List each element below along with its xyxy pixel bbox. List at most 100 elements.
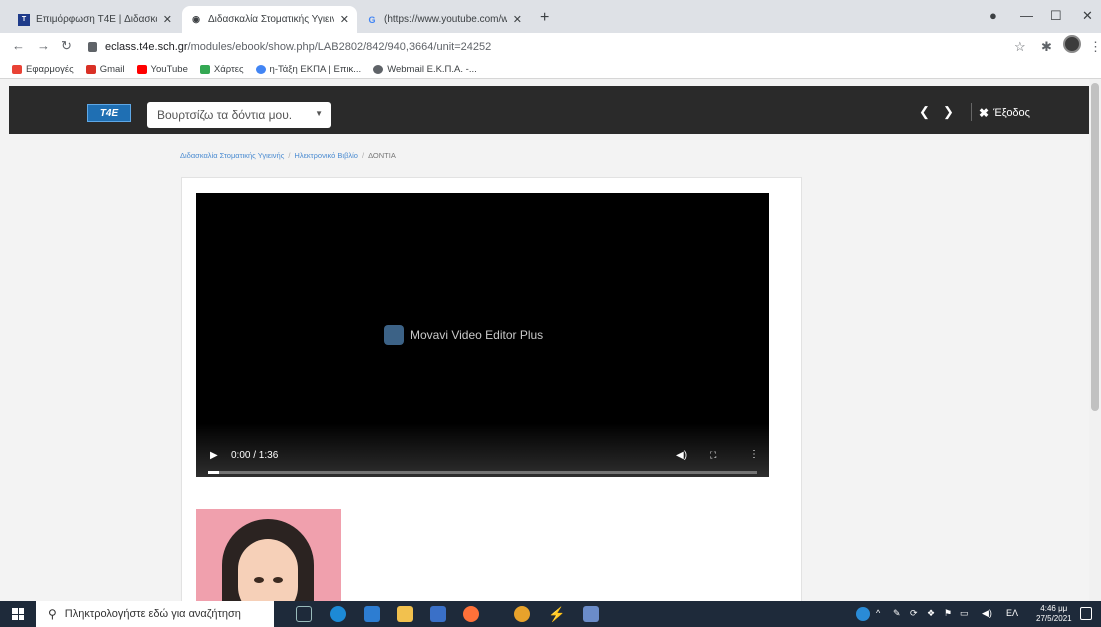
exit-button[interactable]: ✖ Έξοδος (979, 106, 1030, 120)
video-player[interactable]: Movavi Video Editor Plus ▶ 0:00 / 1:36 ◀… (196, 193, 769, 477)
language-indicator[interactable]: ΕΛ (1006, 608, 1018, 618)
url-host: eclass.t4e.sch.gr (105, 41, 188, 53)
tab-title: (https://www.youtube.com/watch (384, 14, 507, 25)
new-tab-button[interactable]: + (540, 9, 549, 27)
windows-start-icon[interactable] (12, 608, 24, 620)
lock-icon (88, 42, 97, 52)
bookmark-maps[interactable]: Χάρτες (199, 64, 244, 75)
pen-icon[interactable]: ✎ (893, 608, 901, 619)
chrome-icon[interactable] (514, 606, 530, 622)
web-page: T4E Βουρτσίζω τα δόντια μου. ▼ ❮ ❯ ✖ Έξο… (0, 79, 1101, 601)
store-icon[interactable] (430, 606, 446, 622)
breadcrumb-separator: / (288, 151, 291, 160)
notification-icon[interactable] (1080, 607, 1092, 620)
menu-icon[interactable]: ⋮ (1089, 39, 1101, 55)
network-icon[interactable]: ⚑ (944, 608, 952, 619)
sync-icon[interactable]: ⟳ (910, 608, 918, 619)
winamp-icon[interactable]: ⚡ (548, 606, 565, 622)
breadcrumb-link-course[interactable]: Διδασκαλία Στοματικής Υγιεινής (180, 151, 284, 160)
maps-icon (199, 65, 210, 74)
bookmark-apps[interactable]: Εφαρμογές (12, 64, 74, 75)
app-icon[interactable] (583, 606, 599, 622)
avatar-face (238, 539, 298, 601)
close-icon: ✖ (979, 106, 990, 120)
globe-icon: ◉ (192, 14, 200, 24)
avatar-eye (273, 577, 283, 583)
tab-title: Διδασκαλία Στοματικής Υγιεινής (208, 14, 334, 25)
previous-icon[interactable]: ❮ (919, 104, 930, 120)
window-close-icon[interactable]: ✕ (1082, 8, 1093, 24)
bookmark-label: Gmail (99, 64, 125, 75)
forward-icon[interactable]: → (37, 38, 50, 53)
bookmark-label: Εφαρμογές (26, 64, 74, 75)
mail-icon[interactable] (364, 606, 380, 622)
close-icon[interactable]: ✕ (340, 13, 349, 26)
course-select[interactable]: Βουρτσίζω τα δόντια μου. ▼ (147, 102, 331, 128)
tab-youtube-search[interactable]: G (https://www.youtube.com/watch ✕ (358, 6, 530, 33)
tab-course[interactable]: ◉ Διδασκαλία Στοματικής Υγιεινής ✕ (182, 6, 357, 33)
bookmark-star-icon[interactable]: ☆ (1014, 39, 1026, 55)
breadcrumb-separator: / (361, 151, 365, 160)
close-icon[interactable]: ✕ (163, 13, 172, 26)
t4e-logo[interactable]: T4E (87, 104, 131, 122)
apps-grid-icon (12, 65, 22, 74)
account-icon[interactable]: ● (989, 8, 997, 23)
bookmark-webmail[interactable]: Webmail Ε.Κ.Π.Α. -... (373, 64, 477, 75)
tab-title: Επιμόρφωση T4E | Διδασκαλία Σ (36, 14, 157, 25)
fullscreen-icon[interactable]: ⛶ (710, 450, 716, 461)
back-icon[interactable]: ← (12, 38, 25, 53)
browser-toolbar: ← → ↻ eclass.t4e.sch.gr/modules/ebook/sh… (0, 33, 1101, 61)
video-time: 0:00 / 1:36 (231, 450, 279, 461)
course-select-value: Βουρτσίζω τα δόντια μου. (157, 108, 293, 122)
movavi-icon (384, 325, 404, 345)
taskbar-search-placeholder: Πληκτρολογήστε εδώ για αναζήτηση (64, 608, 241, 620)
help-icon[interactable] (856, 607, 870, 621)
reload-icon[interactable]: ↻ (61, 38, 72, 54)
edge-icon[interactable] (330, 606, 346, 622)
tray-chevron-icon[interactable]: ^ (876, 608, 880, 618)
scrollbar-thumb[interactable] (1091, 83, 1099, 411)
ebook-content: Movavi Video Editor Plus ▶ 0:00 / 1:36 ◀… (181, 177, 802, 601)
bookmark-label: η-Τάξη ΕΚΠΑ | Επικ... (269, 64, 362, 75)
extensions-icon[interactable]: ✱ (1041, 39, 1052, 55)
battery-icon[interactable]: ▭ (960, 608, 969, 619)
bookmark-eclass[interactable]: η-Τάξη ΕΚΠΑ | Επικ... (255, 64, 362, 75)
search-icon: ⚲ (48, 607, 57, 621)
task-view-icon[interactable] (296, 606, 312, 622)
bookmarks-bar: Εφαρμογές Gmail YouTube Χάρτες η-Τάξη ΕΚ… (0, 61, 1101, 79)
breadcrumb-current: ΔΟΝΤΙΑ (368, 151, 396, 160)
globe-icon (373, 65, 384, 74)
minimize-icon[interactable]: — (1020, 8, 1033, 23)
taskbar-search[interactable]: ⚲ Πληκτρολογήστε εδώ για αναζήτηση (36, 601, 274, 627)
breadcrumb: Διδασκαλία Στοματικής Υγιεινής / Ηλεκτρονι… (180, 151, 396, 160)
next-icon[interactable]: ❯ (943, 104, 954, 120)
bookmark-gmail[interactable]: Gmail (85, 64, 125, 75)
maximize-icon[interactable]: ☐ (1050, 8, 1062, 24)
tab-t4e[interactable]: T Επιμόρφωση T4E | Διδασκαλία Σ ✕ (10, 6, 180, 33)
tab-strip: T Επιμόρφωση T4E | Διδασκαλία Σ ✕ ◉ Διδα… (0, 0, 1101, 33)
more-options-icon[interactable]: ⋮ (749, 449, 759, 460)
bookmark-label: YouTube (150, 64, 188, 75)
close-icon[interactable]: ✕ (513, 13, 522, 26)
bookmark-label: Χάρτες (213, 64, 244, 75)
dropbox-icon[interactable]: ❖ (927, 608, 935, 619)
t4e-icon: T (18, 13, 30, 26)
taskbar-clock[interactable]: 4:46 μμ 27/5/2021 (1036, 604, 1072, 624)
file-explorer-icon[interactable] (397, 606, 413, 622)
profile-avatar[interactable] (1063, 35, 1081, 53)
gmail-icon (85, 65, 96, 74)
page-scrollbar[interactable] (1089, 79, 1101, 601)
video-progress-bar[interactable] (208, 471, 757, 474)
breadcrumb-link-ebook[interactable]: Ηλεκτρονικό Βιβλίο (294, 151, 358, 160)
volume-icon[interactable]: ◀) (676, 450, 687, 461)
avatar-illustration (196, 509, 341, 601)
bookmark-youtube[interactable]: YouTube (136, 64, 188, 75)
speaker-icon[interactable]: ◀) (982, 608, 992, 619)
watermark-label: Movavi Video Editor Plus (410, 328, 544, 342)
bookmark-label: Webmail Ε.Κ.Π.Α. -... (387, 64, 477, 75)
video-controls: ▶ 0:00 / 1:36 ◀) ⛶ ⋮ (196, 423, 769, 477)
firefox-icon[interactable] (463, 606, 479, 622)
play-icon[interactable]: ▶ (210, 450, 218, 461)
address-bar[interactable]: eclass.t4e.sch.gr/modules/ebook/show.php… (88, 37, 1008, 57)
windows-taskbar: ⚲ Πληκτρολογήστε εδώ για αναζήτηση ⚡ ^ ✎… (0, 601, 1101, 627)
